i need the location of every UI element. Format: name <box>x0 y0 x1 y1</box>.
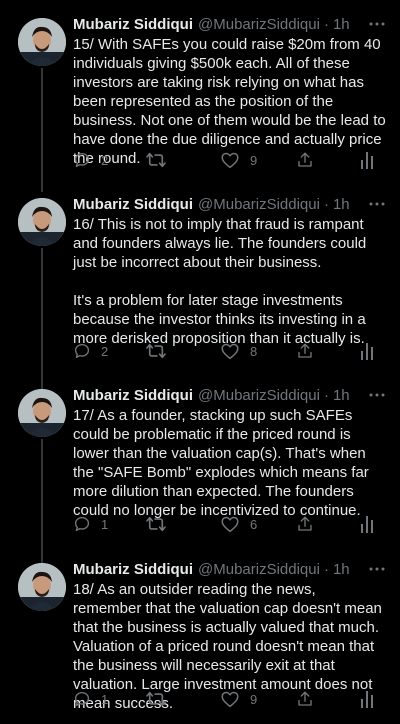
reply-button[interactable]: 2 <box>73 342 108 360</box>
separator-dot: · <box>323 195 329 213</box>
tweet-actions: 1 6 <box>0 514 400 534</box>
timestamp[interactable]: 1h <box>333 16 350 33</box>
analytics-button[interactable] <box>360 515 374 533</box>
share-icon <box>296 690 314 708</box>
share-button[interactable] <box>296 342 314 360</box>
reply-icon <box>73 342 91 360</box>
tweet-header: Mubariz Siddiqui @MubarizSiddiqui · 1h <box>73 14 386 34</box>
reply-icon <box>73 515 91 533</box>
reply-button[interactable]: 1 <box>73 690 108 708</box>
avatar[interactable] <box>18 563 66 611</box>
retweet-button[interactable] <box>145 151 167 169</box>
share-icon <box>296 151 314 169</box>
tweet-header: Mubariz Siddiqui @MubarizSiddiqui · 1h <box>73 194 386 214</box>
retweet-icon <box>145 342 167 360</box>
reply-button[interactable]: 2 <box>73 151 108 169</box>
analytics-icon <box>360 515 374 533</box>
like-count: 9 <box>250 152 258 168</box>
reply-count: 1 <box>101 516 109 532</box>
share-icon <box>296 515 314 533</box>
author-name[interactable]: Mubariz Siddiqui <box>73 387 193 404</box>
tweet[interactable]: Mubariz Siddiqui @MubarizSiddiqui · 1h 1… <box>0 545 400 724</box>
share-button[interactable] <box>296 151 314 169</box>
tweet-actions: 2 9 <box>0 150 400 170</box>
author-handle[interactable]: @MubarizSiddiqui <box>198 387 320 404</box>
like-count: 6 <box>250 516 258 532</box>
reply-icon <box>73 690 91 708</box>
timestamp[interactable]: 1h <box>333 196 350 213</box>
tweet-header: Mubariz Siddiqui @MubarizSiddiqui · 1h <box>73 559 386 579</box>
tweet[interactable]: Mubariz Siddiqui @MubarizSiddiqui · 1h 1… <box>0 180 400 390</box>
reply-icon <box>73 151 91 169</box>
timestamp[interactable]: 1h <box>333 387 350 404</box>
more-options-icon[interactable] <box>368 194 386 214</box>
like-button[interactable]: 6 <box>220 515 257 533</box>
reply-button[interactable]: 1 <box>73 515 108 533</box>
tweet-text: 16/ This is not to imply that fraud is r… <box>73 216 367 347</box>
tweet-actions: 1 9 <box>0 689 400 709</box>
share-button[interactable] <box>296 515 314 533</box>
retweet-button[interactable] <box>145 690 167 708</box>
retweet-button[interactable] <box>145 515 167 533</box>
more-options-icon[interactable] <box>368 559 386 579</box>
analytics-icon <box>360 151 374 169</box>
author-handle[interactable]: @MubarizSiddiqui <box>198 196 320 213</box>
retweet-button[interactable] <box>145 342 167 360</box>
avatar[interactable] <box>18 198 66 246</box>
more-options-icon[interactable] <box>368 385 386 405</box>
author-handle[interactable]: @MubarizSiddiqui <box>198 561 320 578</box>
heart-icon <box>220 151 240 169</box>
heart-icon <box>220 342 240 360</box>
retweet-icon <box>145 515 167 533</box>
analytics-button[interactable] <box>360 690 374 708</box>
tweet-actions: 2 8 <box>0 341 400 361</box>
analytics-icon <box>360 690 374 708</box>
retweet-icon <box>145 690 167 708</box>
timestamp[interactable]: 1h <box>333 561 350 578</box>
separator-dot: · <box>323 386 329 404</box>
retweet-icon <box>145 151 167 169</box>
thread-line <box>41 68 43 192</box>
share-icon <box>296 342 314 360</box>
tweet-header: Mubariz Siddiqui @MubarizSiddiqui · 1h <box>73 385 386 405</box>
thread-line <box>41 248 43 390</box>
tweet-text: 17/ As a founder, stacking up such SAFEs… <box>73 407 369 519</box>
author-name[interactable]: Mubariz Siddiqui <box>73 196 193 213</box>
like-button[interactable]: 9 <box>220 690 257 708</box>
analytics-button[interactable] <box>360 342 374 360</box>
more-options-icon[interactable] <box>368 14 386 34</box>
heart-icon <box>220 690 240 708</box>
tweet-text: 15/ With SAFEs you could raise $20m from… <box>73 36 386 167</box>
reply-count: 2 <box>101 343 109 359</box>
analytics-icon <box>360 342 374 360</box>
share-button[interactable] <box>296 690 314 708</box>
separator-dot: · <box>323 15 329 33</box>
author-name[interactable]: Mubariz Siddiqui <box>73 561 193 578</box>
reply-count: 1 <box>101 691 109 707</box>
like-button[interactable]: 9 <box>220 151 257 169</box>
tweet[interactable]: Mubariz Siddiqui @MubarizSiddiqui · 1h 1… <box>0 0 400 192</box>
reply-count: 2 <box>101 152 109 168</box>
avatar[interactable] <box>18 18 66 66</box>
author-handle[interactable]: @MubarizSiddiqui <box>198 16 320 33</box>
tweet[interactable]: Mubariz Siddiqui @MubarizSiddiqui · 1h 1… <box>0 371 400 563</box>
like-count: 9 <box>250 691 258 707</box>
author-name[interactable]: Mubariz Siddiqui <box>73 16 193 33</box>
avatar[interactable] <box>18 389 66 437</box>
separator-dot: · <box>323 560 329 578</box>
like-button[interactable]: 8 <box>220 342 257 360</box>
heart-icon <box>220 515 240 533</box>
analytics-button[interactable] <box>360 151 374 169</box>
like-count: 8 <box>250 343 258 359</box>
